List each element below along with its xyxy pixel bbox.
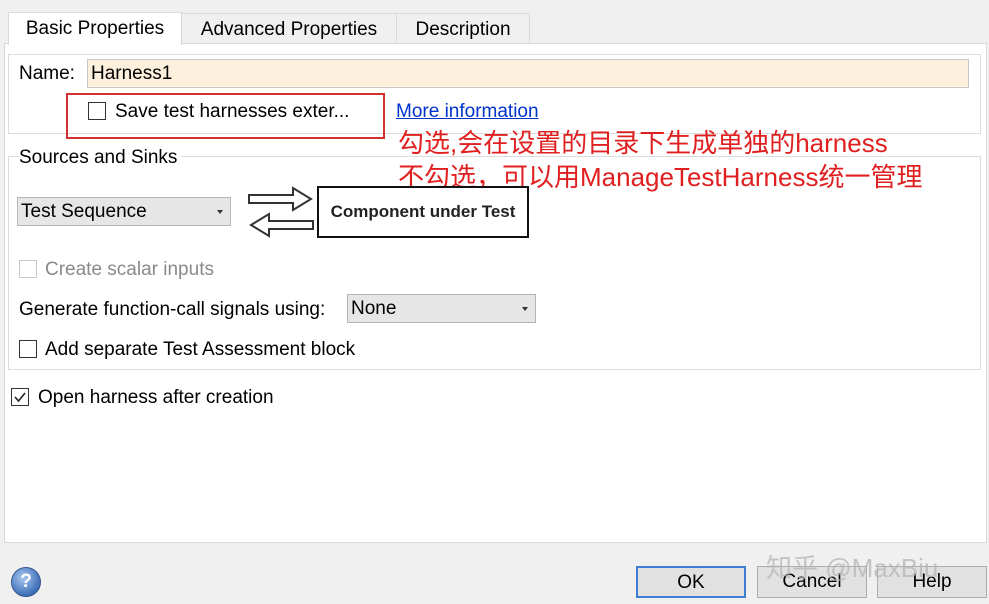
open-after-checkbox[interactable] xyxy=(11,388,29,406)
assessment-checkbox[interactable] xyxy=(19,340,37,358)
ok-button[interactable]: OK xyxy=(636,566,746,598)
tab-advanced-properties[interactable]: Advanced Properties xyxy=(181,13,397,44)
open-after-label: Open harness after creation xyxy=(38,387,274,408)
chevron-down-icon xyxy=(217,210,223,214)
function-call-select-value: None xyxy=(351,298,397,319)
function-call-select[interactable]: None xyxy=(347,294,536,323)
bidirectional-arrows-icon xyxy=(248,186,314,238)
name-input[interactable]: Harness1 xyxy=(87,59,969,88)
watermark: 知乎 @MaxBiu xyxy=(766,553,939,583)
more-information-link[interactable]: More information xyxy=(396,101,539,123)
assessment-label: Add separate Test Assessment block xyxy=(45,339,356,360)
checkmark-icon xyxy=(14,392,26,403)
source-select-value: Test Sequence xyxy=(21,201,147,222)
component-under-test-box: Component under Test xyxy=(317,186,529,238)
annotation-line-1: 勾选,会在设置的目录下生成单独的harness xyxy=(398,128,888,158)
create-scalar-label: Create scalar inputs xyxy=(45,259,214,280)
tab-basic-properties[interactable]: Basic Properties xyxy=(8,12,182,45)
help-icon[interactable]: ? xyxy=(11,567,41,597)
chevron-down-icon xyxy=(522,307,528,311)
function-call-label: Generate function-call signals using: xyxy=(19,299,326,320)
highlight-box xyxy=(66,93,385,139)
source-select[interactable]: Test Sequence xyxy=(17,197,231,226)
sources-sinks-title: Sources and Sinks xyxy=(19,147,182,169)
create-scalar-checkbox[interactable] xyxy=(19,260,37,278)
tab-description[interactable]: Description xyxy=(396,13,530,44)
name-label: Name: xyxy=(19,63,75,84)
